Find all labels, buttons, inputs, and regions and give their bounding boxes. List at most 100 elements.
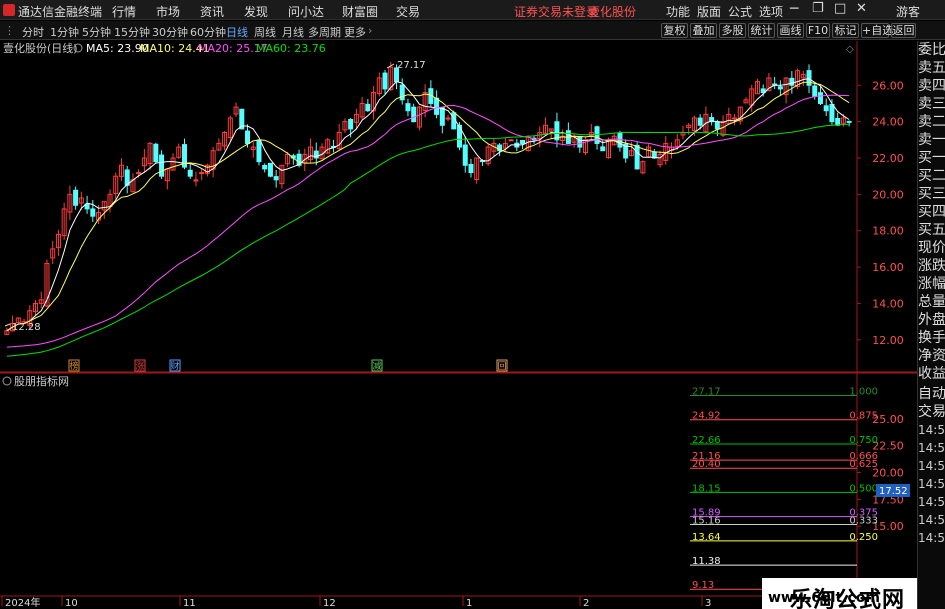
app-window: { "app": {"title": "通达信金融终端"}, "menu": [… [0,0,945,609]
indicator-title: 股朋指标网 [14,374,69,388]
tick-time: 14:56 [918,513,945,527]
tick-time: 14:54 [918,423,945,437]
side-label[interactable]: 涨跌 [918,257,945,275]
candle-down [823,105,829,112]
event-marker-label: 减 [372,360,381,372]
event-marker-label: 榜 [69,360,78,372]
candle-up [732,117,738,120]
candle-down [262,164,268,170]
candle-down [806,70,812,86]
candle-down [634,144,640,170]
candle-down [697,117,703,126]
candle-down [714,121,720,130]
level-price: 13.64 [692,532,721,543]
candle-down [835,117,841,126]
side-label[interactable]: 买一 [918,149,945,167]
side-label[interactable]: 买三 [918,185,945,203]
level-ratio: 0.333 [849,515,878,526]
price-tick-label: 20.00 [872,188,904,201]
x-tick-label: 1 [466,598,472,609]
candle-down [812,85,818,97]
candle-down [577,136,583,148]
level-ratio: 0.625 [849,459,878,470]
candle-down [829,103,835,123]
candle-down [382,72,388,90]
event-marker-label: 回 [497,361,506,372]
low-price-label: 12.28 [12,322,41,333]
candle-down [399,84,405,101]
candle-down [159,154,165,177]
candle-down [817,92,823,104]
x-tick-label: 10 [65,598,78,609]
side-label[interactable]: 现价 [918,239,945,257]
x-tick-label: 12 [323,598,336,609]
candle-down [273,176,279,181]
side-label[interactable]: 自动 [918,385,945,403]
candle-down [365,103,371,112]
tick-time: 14:55 [918,477,945,491]
side-label[interactable]: 涨幅 [918,275,945,293]
tick-time: 14:56 [918,531,945,545]
candle-down [267,162,273,177]
candle-down [462,144,468,166]
candle-down [90,208,96,217]
level-price: 20.40 [692,459,721,470]
level-price: 27.17 [692,387,721,398]
price-tick-label: 12.00 [872,334,904,347]
candle-down [617,132,623,148]
side-label[interactable]: 买四 [918,203,945,221]
candle-down [73,189,79,206]
level-price: 24.92 [692,411,721,422]
candle-down [789,77,795,86]
level-price: 18.15 [692,483,721,494]
watermark-url: www.60lt.com [768,590,881,606]
price-tick-label: 14.00 [872,297,904,310]
side-label[interactable]: 委比 [918,41,945,59]
ma60-label: MA60: 23.76 [256,42,326,55]
price-tick-label: 22.00 [872,152,904,165]
candle-down [187,169,193,177]
candle-down [348,118,354,130]
candle-down [468,163,474,174]
side-label[interactable]: 买五 [918,221,945,239]
side-label[interactable]: 外盘 [918,311,945,329]
side-label[interactable]: 卖二 [918,113,945,131]
price-tick-label: 26.00 [872,79,904,92]
side-label[interactable]: 收益 [918,365,945,383]
candle-down [434,97,440,115]
candle-down [405,103,411,112]
chart-canvas[interactable]: 壹化股份(日线) MA5: 23.90 MA10: 24.41 MA20: 25… [0,0,917,609]
price-tick-label: 24.00 [872,116,904,129]
candle-down [153,143,159,163]
side-label[interactable]: 交易 [918,403,945,421]
side-label[interactable]: 净资 [918,347,945,365]
side-label[interactable]: 卖三 [918,95,945,113]
candle-down [520,139,526,144]
diamond-icon[interactable]: ◇ [846,44,854,55]
x-tick-label: 3 [705,598,711,609]
candle-up [136,172,142,175]
x-tick-label: 11 [183,598,196,609]
side-label[interactable]: 总量 [918,293,945,311]
candle-down [439,107,445,126]
side-label[interactable]: 换手 [918,329,945,347]
candle-down [846,120,852,123]
candle-down [600,146,606,152]
side-label[interactable]: 卖四 [918,77,945,95]
level-ratio: 0.500 [849,483,878,494]
candle-down [256,140,262,163]
level-price: 11.38 [692,556,721,567]
price-badge: 17.52 [879,486,908,497]
price-tick-label: 18.00 [872,225,904,238]
level-price: 22.66 [692,435,721,446]
candle-down [777,86,783,90]
side-label[interactable]: 卖五 [918,59,945,77]
level-price: 9.13 [692,580,714,591]
side-label[interactable]: 卖一 [918,131,945,149]
tick-time: 14:54 [918,459,945,473]
side-label[interactable]: 买二 [918,167,945,185]
chart-title: 壹化股份(日线) [3,41,78,55]
candle-down [245,130,251,144]
candle-down [411,106,417,123]
x-tick-label: 2024年 [5,596,40,609]
